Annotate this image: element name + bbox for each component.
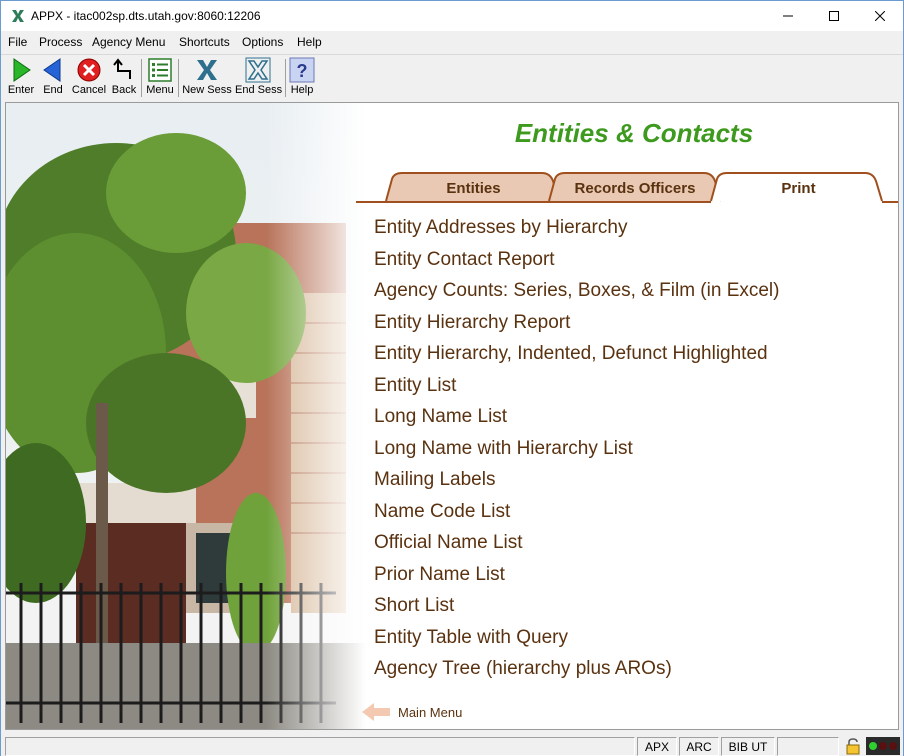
close-button[interactable] <box>857 1 903 31</box>
report-entity-list[interactable]: Entity List <box>374 375 456 397</box>
menu-help[interactable]: Help <box>297 35 322 49</box>
menu-list-icon <box>148 58 172 82</box>
building-photo <box>6 103 366 729</box>
menu-shortcuts[interactable]: Shortcuts <box>179 35 230 49</box>
new-session-button[interactable]: New Sess <box>182 57 232 99</box>
tab-print[interactable]: Print <box>721 180 876 197</box>
connection-status-icon <box>866 737 900 755</box>
end-button[interactable]: End <box>40 57 66 99</box>
end-session-icon <box>245 57 271 83</box>
menu-options[interactable]: Options <box>242 35 283 49</box>
report-long-name-with-hierarchy-list[interactable]: Long Name with Hierarchy List <box>374 438 633 460</box>
cancel-button[interactable]: Cancel <box>71 57 107 99</box>
close-icon <box>875 11 885 21</box>
play-icon <box>13 58 31 82</box>
title-bar[interactable]: APPX - itac002sp.dts.utah.gov:8060:12206 <box>1 1 903 31</box>
report-entity-hierarchy-indented[interactable]: Entity Hierarchy, Indented, Defunct High… <box>374 343 768 365</box>
maximize-icon <box>829 11 839 21</box>
menu-file[interactable]: File <box>8 35 27 49</box>
status-bib-ut: BIB UT <box>721 737 775 756</box>
toolbar: Enter End Cancel Back Menu New Sess End … <box>1 54 903 99</box>
cancel-label: Cancel <box>71 84 107 96</box>
new-session-label: New Sess <box>182 84 232 96</box>
enter-label: Enter <box>7 84 35 96</box>
menu-process[interactable]: Process <box>39 35 82 49</box>
new-session-icon <box>197 60 217 80</box>
status-message-cell <box>5 737 635 756</box>
report-entity-hierarchy-report[interactable]: Entity Hierarchy Report <box>374 312 570 334</box>
app-window: APPX - itac002sp.dts.utah.gov:8060:12206… <box>0 0 904 756</box>
window-title: APPX - itac002sp.dts.utah.gov:8060:12206 <box>31 9 261 23</box>
tab-bar: Entities Records Officers Print <box>356 169 898 203</box>
report-mailing-labels[interactable]: Mailing Labels <box>374 469 495 491</box>
status-bar: APX ARC BIB UT <box>1 735 903 756</box>
toolbar-separator <box>178 59 179 97</box>
lock-icon <box>846 738 860 755</box>
end-session-button[interactable]: End Sess <box>235 57 283 99</box>
menu-label: Menu <box>146 84 174 96</box>
tab-entities[interactable]: Entities <box>396 180 551 197</box>
report-entity-addresses-by-hierarchy[interactable]: Entity Addresses by Hierarchy <box>374 217 627 239</box>
tab-records-officers[interactable]: Records Officers <box>556 180 714 197</box>
back-label: Back <box>111 84 137 96</box>
page-title: Entities & Contacts <box>514 118 754 148</box>
appx-logo-icon <box>12 10 24 22</box>
report-short-list[interactable]: Short List <box>374 595 454 617</box>
report-official-name-list[interactable]: Official Name List <box>374 532 523 554</box>
maximize-button[interactable] <box>811 1 857 31</box>
report-long-name-list[interactable]: Long Name List <box>374 406 507 428</box>
svg-text:?: ? <box>297 61 308 81</box>
report-prior-name-list[interactable]: Prior Name List <box>374 564 505 586</box>
left-arrow-icon <box>362 703 390 721</box>
menu-button[interactable]: Menu <box>145 57 175 99</box>
help-icon: ? <box>289 57 315 83</box>
cancel-icon <box>77 58 101 82</box>
toolbar-separator <box>285 59 286 97</box>
main-menu-link[interactable]: Main Menu <box>360 699 462 725</box>
minimize-icon <box>783 15 793 17</box>
help-label: Help <box>290 84 314 96</box>
menu-bar: File Process Agency Menu Shortcuts Optio… <box>1 32 903 53</box>
status-empty-cell <box>777 737 839 756</box>
report-agency-tree[interactable]: Agency Tree (hierarchy plus AROs) <box>374 658 672 680</box>
toolbar-separator <box>141 59 142 97</box>
report-entity-contact-report[interactable]: Entity Contact Report <box>374 249 555 271</box>
enter-button[interactable]: Enter <box>7 57 35 99</box>
report-name-code-list[interactable]: Name Code List <box>374 501 510 523</box>
end-label: End <box>43 84 63 96</box>
report-agency-counts[interactable]: Agency Counts: Series, Boxes, & Film (in… <box>374 280 779 302</box>
status-arc: ARC <box>679 737 719 756</box>
back-step-icon <box>113 58 131 79</box>
content-panel: Entities & Contacts Entities Records Off… <box>5 102 899 730</box>
minimize-button[interactable] <box>765 1 811 31</box>
menu-agency-menu[interactable]: Agency Menu <box>92 35 165 49</box>
end-session-label: End Sess <box>235 84 283 96</box>
status-apx: APX <box>637 737 677 756</box>
report-entity-table-with-query[interactable]: Entity Table with Query <box>374 627 568 649</box>
help-button[interactable]: ? Help <box>289 57 315 99</box>
back-button[interactable]: Back <box>110 57 138 99</box>
main-menu-label: Main Menu <box>398 704 463 720</box>
back-arrow-icon <box>43 58 61 82</box>
